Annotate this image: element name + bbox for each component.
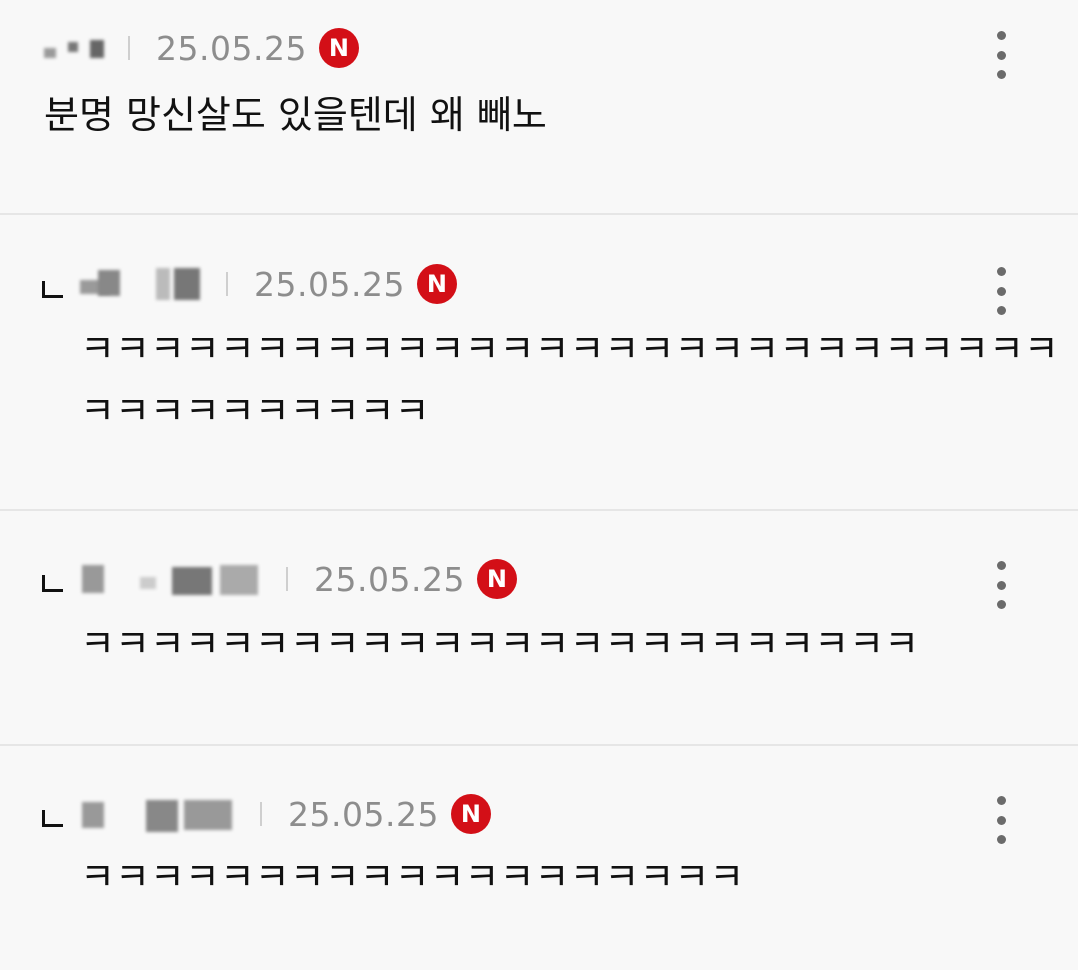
- comment-item: 25.05.25 N 분명 망신살도 있을텐데 왜 빼노: [0, 0, 1078, 214]
- author-name-blurred[interactable]: [44, 30, 112, 66]
- comment-meta: 25.05.25 N: [80, 792, 491, 836]
- more-vertical-icon[interactable]: [988, 31, 1014, 79]
- meta-separator: [128, 36, 130, 60]
- comment-date: 25.05.25: [254, 264, 405, 304]
- meta-separator: [286, 567, 288, 591]
- comment-date: 25.05.25: [288, 794, 439, 834]
- reply-item: 25.05.25 N ㅋㅋㅋㅋㅋㅋㅋㅋㅋㅋㅋㅋㅋㅋㅋㅋㅋㅋㅋㅋㅋㅋㅋㅋ: [0, 511, 1078, 744]
- new-badge-icon: N: [416, 264, 457, 304]
- more-vertical-icon[interactable]: [988, 796, 1014, 844]
- comment-meta: 25.05.25 N: [44, 26, 359, 70]
- meta-separator: [226, 272, 228, 296]
- comment-text: ㅋㅋㅋㅋㅋㅋㅋㅋㅋㅋㅋㅋㅋㅋㅋㅋㅋㅋㅋ: [80, 855, 745, 899]
- reply-arrow-icon: [42, 810, 63, 827]
- author-name-blurred[interactable]: [80, 561, 270, 597]
- more-vertical-icon[interactable]: [988, 267, 1014, 315]
- comment-date: 25.05.25: [156, 28, 307, 68]
- reply-arrow-icon: [42, 281, 63, 298]
- reply-arrow-icon: [42, 575, 63, 592]
- comment-text: ㅋㅋㅋㅋㅋㅋㅋㅋㅋㅋㅋㅋㅋㅋㅋㅋㅋㅋㅋㅋㅋㅋㅋㅋ: [80, 622, 920, 666]
- comment-meta: 25.05.25 N: [80, 262, 457, 306]
- reply-item: 25.05.25 N ㅋㅋㅋㅋㅋㅋㅋㅋㅋㅋㅋㅋㅋㅋㅋㅋㅋㅋㅋ: [0, 746, 1078, 970]
- comment-date: 25.05.25: [314, 559, 465, 599]
- new-badge-icon: N: [450, 794, 491, 834]
- new-badge-icon: N: [318, 28, 359, 68]
- more-vertical-icon[interactable]: [988, 561, 1014, 609]
- reply-item: 25.05.25 N ㅋㅋㅋㅋㅋㅋㅋㅋㅋㅋㅋㅋㅋㅋㅋㅋㅋㅋㅋㅋㅋㅋㅋㅋㅋㅋㅋㅋㅋ…: [0, 215, 1078, 509]
- comment-meta: 25.05.25 N: [80, 557, 517, 601]
- meta-separator: [260, 802, 262, 826]
- author-name-blurred[interactable]: [80, 796, 244, 832]
- new-badge-icon: N: [476, 559, 517, 599]
- author-name-blurred[interactable]: [80, 266, 210, 302]
- comment-text: 분명 망신살도 있을텐데 왜 빼노: [44, 93, 547, 137]
- comment-text: ㅋㅋㅋㅋㅋㅋㅋㅋㅋㅋㅋㅋㅋㅋㅋㅋㅋㅋㅋㅋㅋㅋㅋㅋㅋㅋㅋㅋㅋㅋㅋㅋㅋㅋㅋㅋㅋㅋ: [80, 327, 1059, 433]
